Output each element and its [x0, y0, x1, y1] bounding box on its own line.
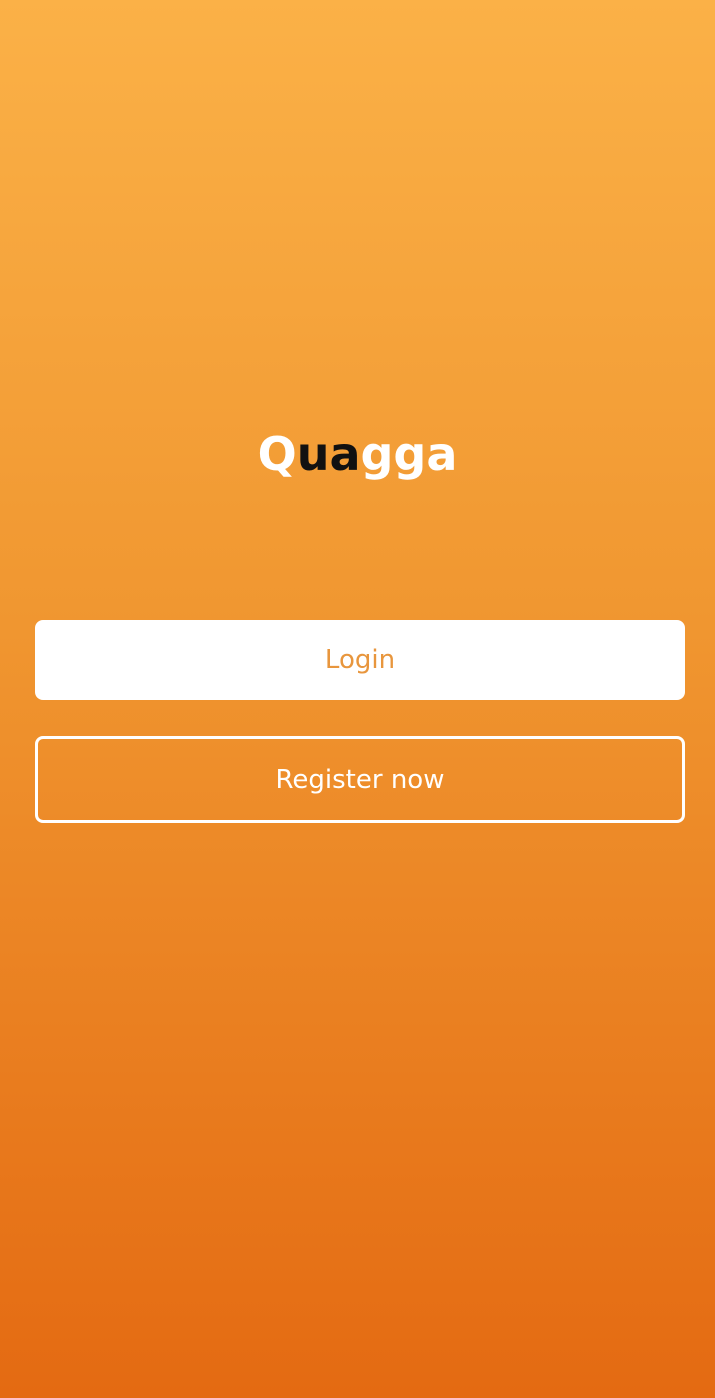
logo-segment-1: Q [257, 427, 297, 481]
register-button-label: Register now [275, 764, 445, 795]
login-button[interactable]: Login [35, 620, 685, 700]
logo-segment-2: ua [296, 427, 361, 481]
welcome-screen: Quagga Login Register now [0, 0, 715, 1398]
register-now-button[interactable]: Register now [35, 736, 685, 823]
logo-segment-3: gga [360, 427, 458, 481]
login-button-label: Login [324, 645, 396, 675]
app-logo: Quagga [0, 424, 715, 484]
